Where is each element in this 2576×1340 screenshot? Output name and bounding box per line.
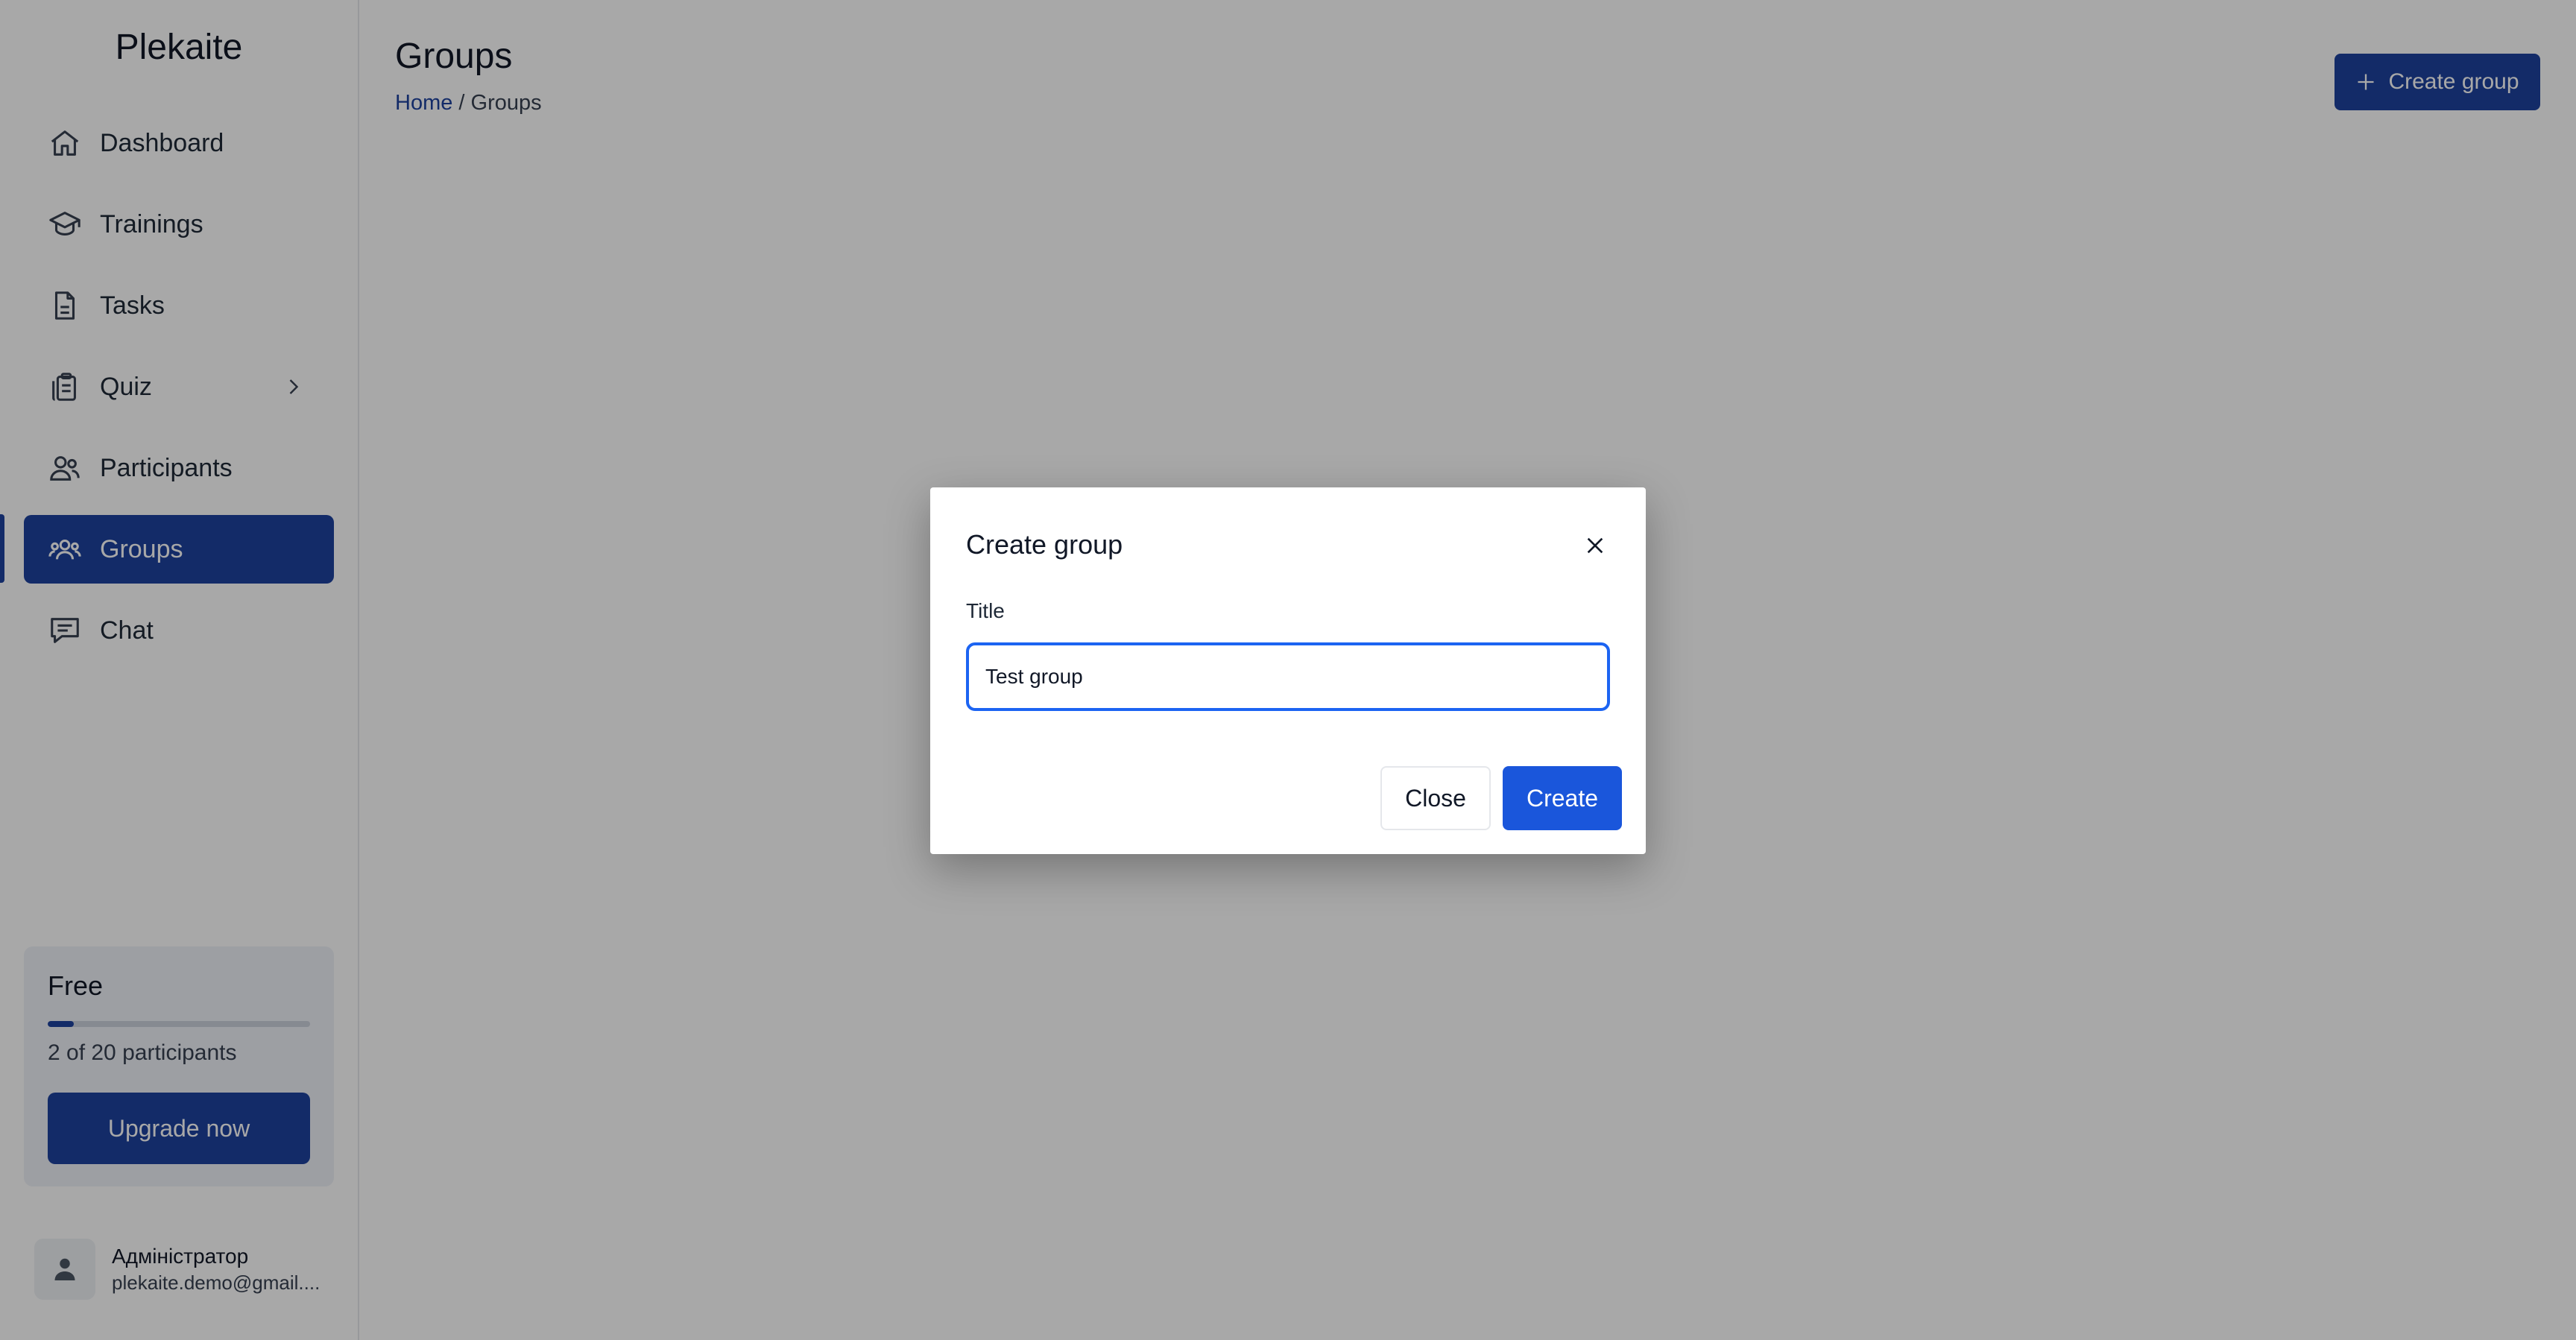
title-input[interactable]	[966, 642, 1610, 711]
create-group-dialog: Create group Title Close Create	[930, 487, 1646, 854]
dialog-title: Create group	[966, 529, 1123, 560]
create-button[interactable]: Create	[1503, 766, 1622, 830]
title-field-label: Title	[966, 599, 1005, 622]
close-icon[interactable]	[1580, 531, 1610, 560]
close-button[interactable]: Close	[1380, 766, 1491, 830]
